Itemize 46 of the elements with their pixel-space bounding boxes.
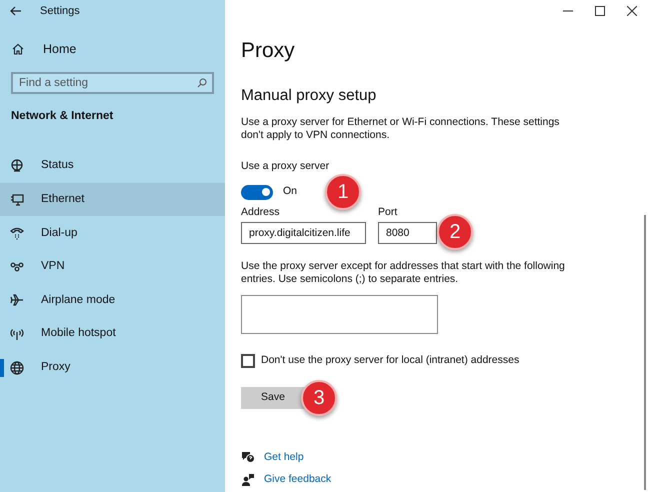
toggle-label: Use a proxy server (241, 159, 330, 174)
page-title: Proxy (241, 38, 296, 64)
checkbox[interactable] (241, 354, 255, 368)
close-icon[interactable] (627, 6, 637, 16)
feedback-person-icon (241, 473, 255, 488)
window-title: Settings (40, 4, 80, 19)
toggle-state: On (283, 184, 298, 200)
search-icon (197, 78, 207, 88)
vpn-icon (10, 260, 24, 274)
nav-item[interactable]: Status (0, 149, 225, 183)
home-item[interactable]: Home (0, 39, 225, 59)
description-text: Use a proxy server for Ethernet or Wi-Fi connections. These settings don't apply to VPN connections. (241, 116, 560, 142)
exceptions-text: Use the proxy server except for addresses that start with the following entries. Use semicolons (;) to separate entries. (241, 260, 566, 286)
nav-item[interactable]: Mobile hotspot (0, 317, 225, 351)
phone-icon (10, 226, 24, 240)
nav-item[interactable]: Proxy (0, 350, 225, 384)
save-button[interactable]: Save (241, 386, 305, 408)
toggle-switch[interactable] (241, 184, 273, 200)
back-arrow-icon[interactable] (10, 5, 22, 17)
monitor-icon (10, 192, 24, 207)
nav-item[interactable]: Dial-up (0, 216, 225, 250)
address-field[interactable]: proxy.digitalcitizen.life (241, 222, 366, 244)
help-link[interactable]: Give feedback (264, 472, 332, 488)
port-label: Port (378, 205, 398, 220)
exceptions-field[interactable] (241, 294, 438, 334)
nav-item[interactable]: Airplane mode (0, 284, 225, 318)
search-field[interactable]: Find a setting (11, 72, 214, 94)
home-icon (12, 43, 24, 55)
globe-icon (10, 159, 24, 174)
callout-badge: 2 (437, 214, 473, 250)
section-heading: Manual proxy setup (241, 86, 378, 106)
callout-badge: 1 (325, 174, 362, 210)
port-field[interactable]: 8080 (378, 222, 437, 244)
airplane-icon (10, 293, 24, 308)
scrollbar[interactable] (644, 215, 646, 490)
section-heading: Network & Internet (10, 109, 114, 124)
address-label: Address (241, 205, 281, 220)
maximize-icon[interactable] (595, 6, 605, 16)
help-link[interactable]: Get help (264, 450, 304, 466)
hotspot-icon (10, 327, 24, 342)
callout-badge: 3 (301, 380, 337, 416)
nav-item[interactable]: VPN (0, 250, 225, 284)
checkbox-label: Don't use the proxy server for local (intranet) addresses (261, 352, 520, 368)
nav-item[interactable]: Ethernet (0, 182, 225, 216)
globe-icon (10, 360, 24, 375)
help-chat-icon (241, 450, 255, 464)
